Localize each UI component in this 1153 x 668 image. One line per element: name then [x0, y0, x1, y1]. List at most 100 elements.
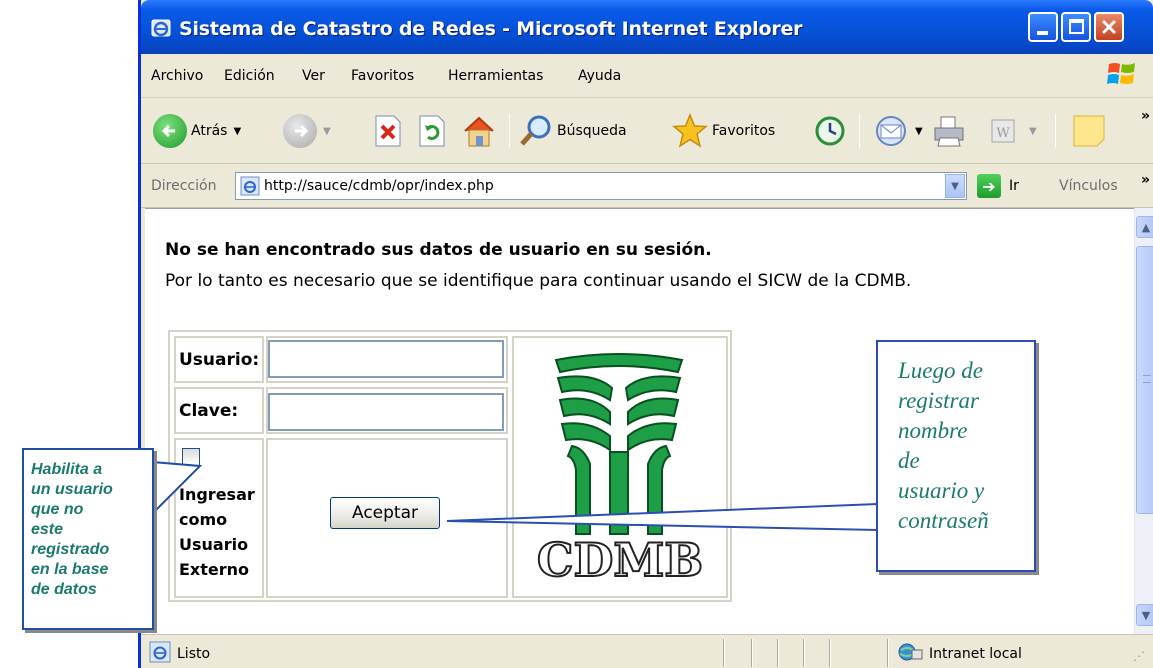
close-icon — [1101, 19, 1117, 35]
chevron-up-icon: ▲ — [1141, 220, 1151, 234]
search-icon — [520, 115, 551, 146]
status-divider — [803, 639, 805, 667]
mail-button[interactable]: ▼ — [873, 112, 923, 150]
minimize-button[interactable] — [1028, 12, 1058, 42]
edit-word-button[interactable]: W ▼ — [989, 112, 1037, 150]
chevron-down-icon: ▼ — [1141, 608, 1151, 622]
login-instructions: Por lo tanto es necesario que se identif… — [165, 271, 912, 291]
callout-right-text: Luego de registrar nombre de usuario y c… — [898, 356, 1034, 536]
submit-cell: Aceptar — [266, 438, 508, 598]
favorites-star-icon — [672, 113, 708, 148]
callout-line: Luego de — [898, 358, 983, 383]
status-divider — [777, 639, 779, 667]
chevron-down-icon[interactable]: ▼ — [233, 126, 241, 137]
back-label: Atrás — [191, 123, 228, 139]
messenger-button[interactable] — [1071, 112, 1107, 150]
status-divider — [887, 639, 889, 667]
go-button[interactable]: ➔ Ir — [977, 174, 1019, 198]
cdmb-leaf-icon — [554, 353, 684, 535]
menu-archivo[interactable]: Archivo — [151, 68, 203, 84]
note-icon — [1073, 115, 1105, 147]
external-label-line: Externo — [179, 560, 250, 579]
chevron-down-icon: ▼ — [951, 180, 959, 192]
standard-toolbar: Atrás ▼ ▼ Búsqueda Favoritos ▼ W ▼ » — [141, 98, 1153, 164]
toolbar-separator — [859, 114, 860, 148]
scroll-down-button[interactable]: ▼ — [1136, 604, 1153, 626]
chevron-down-icon[interactable]: ▼ — [915, 126, 923, 137]
external-user-label: Ingresar como Usuario Externo — [179, 482, 255, 582]
scroll-up-button[interactable]: ▲ — [1136, 216, 1153, 238]
svg-text:W: W — [996, 126, 1010, 141]
stop-button[interactable] — [373, 112, 403, 150]
back-arrow-icon — [153, 114, 187, 148]
password-label-cell: Clave: — [174, 387, 264, 434]
cdmb-logo-text: CDMB — [537, 533, 703, 587]
external-user-checkbox[interactable] — [182, 448, 200, 466]
chevron-down-icon[interactable]: ▼ — [323, 126, 331, 137]
print-icon — [934, 116, 964, 147]
callout-line: registrar — [898, 388, 979, 413]
chevron-down-icon[interactable]: ▼ — [1029, 126, 1037, 137]
print-button[interactable] — [931, 112, 967, 150]
menu-edicion[interactable]: Edición — [224, 68, 275, 84]
minimize-icon — [1037, 31, 1048, 35]
title-bar[interactable]: Sistema de Catastro de Redes - Microsoft… — [141, 0, 1153, 54]
home-icon — [464, 116, 494, 147]
status-divider — [829, 639, 831, 667]
scroll-thumb[interactable] — [1136, 246, 1153, 514]
status-divider — [751, 639, 753, 667]
favorites-label: Favoritos — [712, 123, 776, 139]
callout-line: nombre — [898, 418, 968, 443]
callout-line: Habilita a — [31, 461, 103, 478]
login-form: Usuario: Clave: Ingresar como Usuario Ex… — [168, 330, 732, 602]
menu-herramientas[interactable]: Herramientas — [448, 68, 543, 84]
username-input[interactable] — [268, 340, 504, 378]
maximize-icon — [1069, 19, 1084, 34]
menu-favoritos[interactable]: Favoritos — [351, 68, 414, 84]
forward-button[interactable]: ▼ — [283, 112, 331, 150]
stop-icon — [375, 115, 401, 147]
login-callout: Luego de registrar nombre de usuario y c… — [876, 340, 1036, 572]
history-button[interactable] — [813, 112, 847, 150]
refresh-button[interactable] — [417, 112, 447, 150]
external-label-line: Usuario — [179, 535, 249, 554]
callout-line: registrado — [31, 541, 110, 558]
external-label-line: Ingresar — [179, 485, 255, 504]
close-button[interactable] — [1094, 12, 1124, 42]
go-arrow-icon: ➔ — [977, 174, 1001, 198]
back-button[interactable]: Atrás ▼ — [153, 112, 241, 150]
home-button[interactable] — [461, 112, 497, 150]
mail-icon — [876, 116, 906, 146]
callout-line: de datos — [31, 581, 97, 598]
menu-bar: Archivo Edición Ver Favoritos Herramient… — [141, 54, 1153, 98]
external-label-line: como — [179, 510, 228, 529]
intranet-zone-icon — [898, 643, 923, 661]
user-label: Usuario: — [179, 350, 260, 370]
address-field[interactable]: http://sauce/cdmb/opr/index.php ▼ — [235, 172, 967, 200]
status-divider — [723, 639, 725, 667]
submit-button[interactable]: Aceptar — [330, 497, 440, 529]
resize-grip-icon[interactable]: ⋰ — [1133, 649, 1145, 663]
callout-line: que no — [31, 501, 84, 518]
toolbar-overflow-chevron[interactable]: » — [1141, 108, 1150, 124]
status-text: Listo — [177, 646, 211, 662]
security-zone: Intranet local — [929, 646, 1022, 662]
internet-explorer-icon — [151, 19, 171, 37]
callout-line: usuario y — [898, 478, 985, 503]
address-dropdown-button[interactable]: ▼ — [945, 174, 965, 198]
grip-icon — [1143, 375, 1151, 383]
password-input[interactable] — [268, 393, 504, 431]
logo-cell: CDMB — [512, 336, 728, 598]
user-input-cell — [266, 336, 508, 383]
favorites-button[interactable]: Favoritos — [672, 112, 775, 150]
maximize-button[interactable] — [1061, 12, 1091, 42]
links-label[interactable]: Vínculos — [1059, 178, 1118, 194]
links-overflow-chevron[interactable]: » — [1141, 172, 1150, 188]
external-user-cell: Ingresar como Usuario Externo — [174, 438, 264, 598]
search-button[interactable]: Búsqueda — [519, 112, 627, 150]
vertical-scrollbar[interactable]: ▲ ▼ — [1134, 208, 1153, 634]
callout-line: un usuario — [31, 481, 113, 498]
menu-ayuda[interactable]: Ayuda — [578, 68, 621, 84]
address-label: Dirección — [151, 178, 217, 194]
menu-ver[interactable]: Ver — [302, 68, 325, 84]
